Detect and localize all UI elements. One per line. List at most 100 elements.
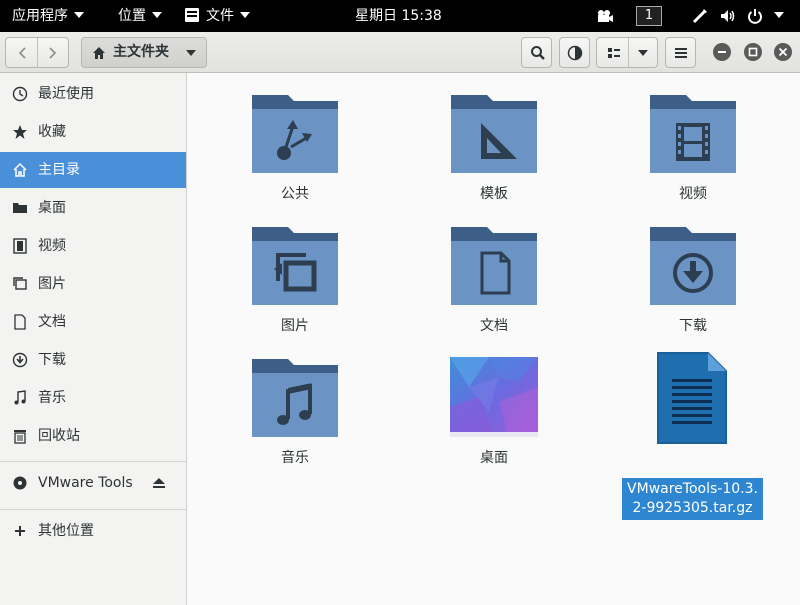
- music-icon: [14, 390, 26, 405]
- file-name-selected[interactable]: VMwareTools-10.3.2-9925305.tar.gz: [622, 478, 763, 520]
- pen-icon[interactable]: [692, 8, 708, 24]
- folder-icon: [13, 203, 27, 213]
- app-menu[interactable]: 文件: [184, 0, 250, 32]
- chevron-down-icon: [240, 12, 250, 18]
- list-view-icon: [608, 48, 620, 58]
- app-menu-label: 文件: [206, 8, 234, 24]
- file-item-downloads[interactable]: 下载: [618, 225, 768, 345]
- workspace-indicator[interactable]: 1: [636, 6, 662, 26]
- sidebar-item-device[interactable]: VMware Tools: [0, 465, 186, 501]
- music-folder-icon: [252, 359, 338, 437]
- chevron-down-icon: [74, 12, 84, 18]
- files-app-icon: [185, 7, 199, 22]
- search-icon: [531, 46, 545, 60]
- pictures-folder-icon: [252, 227, 338, 305]
- system-menu-chevron-icon[interactable]: [774, 12, 784, 18]
- file-name: 桌面: [480, 450, 508, 466]
- sidebar-item-label: 视频: [38, 238, 66, 254]
- maximize-icon: [748, 47, 758, 57]
- power-icon[interactable]: [747, 8, 763, 24]
- view-options-button[interactable]: [596, 37, 658, 68]
- file-item-documents[interactable]: 文档: [419, 225, 569, 345]
- close-button[interactable]: [774, 43, 792, 61]
- file-name: 文档: [480, 318, 508, 334]
- downloads-folder-icon: [650, 227, 736, 305]
- chevron-down-icon: [152, 12, 162, 18]
- places-menu[interactable]: 位置: [118, 0, 162, 32]
- file-name: 公共: [281, 186, 309, 202]
- sidebar-separator: [0, 509, 186, 510]
- trash-icon: [14, 430, 26, 444]
- contrast-icon: [567, 45, 583, 61]
- sidebar-item-pictures[interactable]: 图片: [0, 266, 186, 302]
- clock[interactable]: 星期日 15:38: [355, 0, 442, 32]
- picture-icon: [13, 277, 27, 290]
- sidebar-item-label: 其他位置: [38, 523, 94, 539]
- theme-toggle-button[interactable]: [559, 37, 590, 68]
- sidebar-item-music[interactable]: 音乐: [0, 380, 186, 416]
- star-icon: [13, 125, 27, 139]
- sidebar-item-home[interactable]: 主目录: [0, 152, 186, 188]
- home-icon: [13, 162, 27, 177]
- chevron-down-icon: [186, 50, 196, 56]
- sidebar-item-other-locations[interactable]: 其他位置: [0, 513, 186, 549]
- disc-icon: [13, 476, 27, 490]
- file-item-public[interactable]: 公共: [220, 93, 370, 213]
- chevron-down-icon: [638, 50, 648, 56]
- file-item-desktop[interactable]: 桌面: [419, 357, 569, 477]
- documents-folder-icon: [451, 227, 537, 305]
- videos-folder-icon: [650, 95, 736, 173]
- sidebar-item-label: VMware Tools: [38, 475, 133, 491]
- places-menu-label: 位置: [118, 8, 146, 24]
- sidebar-item-recent[interactable]: 最近使用: [0, 76, 186, 112]
- eject-icon[interactable]: [152, 476, 166, 490]
- back-icon[interactable]: [17, 46, 29, 60]
- sidebar-item-label: 回收站: [38, 428, 80, 444]
- applications-menu[interactable]: 应用程序: [12, 0, 84, 32]
- camera-icon[interactable]: [596, 9, 614, 23]
- public-folder-icon: [252, 95, 338, 173]
- minimize-button[interactable]: [713, 43, 731, 61]
- close-icon: [778, 47, 788, 57]
- sidebar-item-label: 音乐: [38, 390, 66, 406]
- desktop-folder-icon: [450, 357, 538, 437]
- file-item-music[interactable]: 音乐: [220, 357, 370, 477]
- sidebar: 最近使用 收藏 主目录 桌面 视频 图片 文档 下载 音乐 回收站 VMware…: [0, 73, 187, 605]
- file-item-pictures[interactable]: 图片: [220, 225, 370, 345]
- file-manager-window: 主文件夹 最近使用 收藏 主目录 桌面 视频 图片 文档 下载 音乐 回收站 V…: [0, 32, 800, 605]
- archive-file-icon: [657, 352, 727, 444]
- forward-icon[interactable]: [46, 46, 58, 60]
- sidebar-item-trash[interactable]: 回收站: [0, 418, 186, 454]
- menu-button[interactable]: [665, 37, 696, 68]
- document-icon: [14, 314, 26, 330]
- file-item-videos[interactable]: 视频: [618, 93, 768, 213]
- sidebar-item-videos[interactable]: 视频: [0, 228, 186, 264]
- sidebar-item-desktop[interactable]: 桌面: [0, 190, 186, 226]
- file-name: 图片: [281, 318, 309, 334]
- sidebar-item-downloads[interactable]: 下载: [0, 342, 186, 378]
- sidebar-item-label: 桌面: [38, 200, 66, 216]
- hamburger-icon: [675, 48, 687, 58]
- file-name: 模板: [480, 186, 508, 202]
- sidebar-item-documents[interactable]: 文档: [0, 304, 186, 340]
- download-icon: [12, 352, 28, 368]
- plus-icon: [15, 526, 25, 536]
- sidebar-item-label: 主目录: [38, 162, 80, 178]
- templates-folder-icon: [451, 95, 537, 173]
- search-button[interactable]: [521, 37, 552, 68]
- sidebar-item-label: 图片: [38, 276, 66, 292]
- file-name: 音乐: [281, 450, 309, 466]
- header-bar: 主文件夹: [0, 32, 800, 73]
- sidebar-item-starred[interactable]: 收藏: [0, 114, 186, 150]
- file-name: 视频: [679, 186, 707, 202]
- volume-icon[interactable]: [720, 8, 736, 24]
- minimize-icon: [718, 51, 726, 53]
- nav-button-group: [5, 37, 69, 68]
- path-bar-home[interactable]: 主文件夹: [81, 37, 207, 68]
- clock-icon: [12, 86, 28, 102]
- maximize-button[interactable]: [744, 43, 762, 61]
- file-view: 公共 模板 视频 图片 文档 下载 音乐 桌面 VMwareTools-10.3…: [188, 73, 800, 605]
- file-item-vmware-archive[interactable]: [618, 352, 768, 477]
- file-item-templates[interactable]: 模板: [419, 93, 569, 213]
- sidebar-item-label: 最近使用: [38, 86, 94, 102]
